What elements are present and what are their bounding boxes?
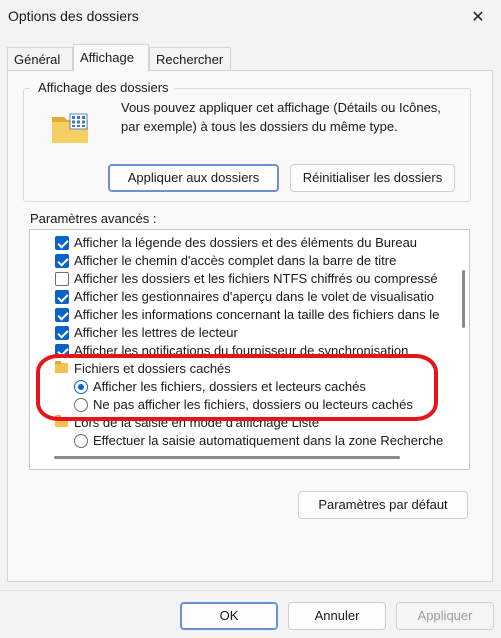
checkbox[interactable] — [55, 236, 69, 250]
title-bar: Options des dossiers ✕ — [0, 0, 501, 34]
list-item-label: Afficher les fichiers, dossiers et lecte… — [93, 379, 366, 394]
close-icon[interactable]: ✕ — [455, 0, 501, 34]
checkbox[interactable] — [55, 326, 69, 340]
folder-icon — [55, 415, 68, 427]
checkbox[interactable] — [55, 290, 69, 304]
footer-divider — [0, 590, 501, 591]
apply-button[interactable]: Appliquer — [396, 602, 494, 630]
advanced-settings-label: Paramètres avancés : — [30, 211, 157, 226]
radio-button[interactable] — [74, 380, 88, 394]
tab-general[interactable]: Général — [7, 47, 73, 71]
list-item-label: Lors de la saisie en mode d'affichage Li… — [74, 415, 320, 430]
list-item-label: Fichiers et dossiers cachés — [74, 361, 231, 376]
apply-to-folders-button[interactable]: Appliquer aux dossiers — [108, 164, 279, 192]
ok-button[interactable]: OK — [180, 602, 278, 630]
list-item-label: Afficher les dossiers et les fichiers NT… — [74, 271, 438, 286]
list-item-label: Afficher les lettres de lecteur — [74, 325, 238, 340]
cancel-button[interactable]: Annuler — [288, 602, 386, 630]
folder-icon — [55, 361, 68, 373]
radio-button[interactable] — [74, 398, 88, 412]
list-item-label: Effectuer la saisie automatiquement dans… — [93, 433, 444, 448]
list-item-label: Afficher le chemin d'accès complet dans … — [74, 253, 397, 268]
checkbox[interactable] — [55, 344, 69, 358]
folder-view-description: Vous pouvez appliquer cet affichage (Dét… — [121, 100, 441, 134]
list-item-label: Afficher les informations concernant la … — [74, 307, 440, 322]
window-title: Options des dossiers — [8, 8, 139, 24]
advanced-settings-list[interactable]: Afficher la légende des dossiers et des … — [29, 229, 470, 470]
tab-rechercher[interactable]: Rechercher — [149, 47, 231, 71]
tab-affichage[interactable]: Affichage — [73, 44, 149, 72]
list-item-label: Ne pas afficher les fichiers, dossiers o… — [93, 397, 413, 412]
horizontal-scrollbar[interactable] — [54, 456, 400, 459]
checkbox[interactable] — [55, 254, 69, 268]
restore-defaults-button[interactable]: Paramètres par défaut — [298, 491, 468, 519]
radio-button[interactable] — [74, 434, 88, 448]
reset-folders-button[interactable]: Réinitialiser les dossiers — [290, 164, 455, 192]
list-item-label: Afficher les gestionnaires d'aperçu dans… — [74, 289, 434, 304]
checkbox[interactable] — [55, 272, 69, 286]
folder-view-legend: Affichage des dossiers — [30, 80, 175, 95]
list-item-label: Afficher la légende des dossiers et des … — [74, 235, 418, 250]
checkbox[interactable] — [55, 308, 69, 322]
list-item-label: Afficher les notifications du fournisseu… — [74, 343, 409, 358]
vertical-scrollbar[interactable] — [462, 270, 465, 328]
folder-view-icon — [50, 110, 92, 146]
